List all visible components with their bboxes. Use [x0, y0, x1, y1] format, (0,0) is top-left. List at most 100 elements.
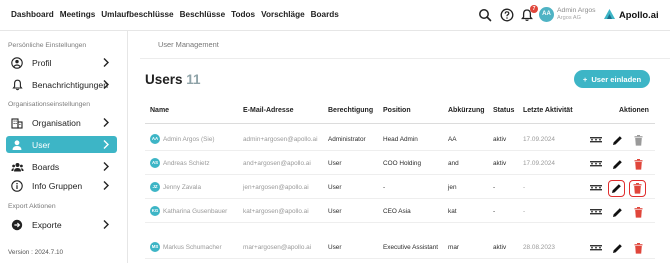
- column-header-email[interactable]: E-Mail-Adresse: [243, 107, 294, 114]
- page-title: Users 11: [145, 72, 201, 87]
- settings-sidebar: Persönliche Einstellungen Profil Benachr…: [0, 31, 128, 263]
- table-row[interactable]: AA Admin Argos (Sie) admin+argosen@apoll…: [145, 129, 655, 151]
- sidebar-item-label: Organisation: [32, 117, 81, 128]
- user-name[interactable]: Admin Argos: [557, 7, 596, 15]
- edit-pencil-icon[interactable]: [610, 157, 624, 171]
- user-org: Argos AG: [557, 15, 581, 21]
- chevron-right-icon: [103, 140, 109, 149]
- chevron-right-icon: [103, 118, 109, 127]
- nav-todos[interactable]: Todos: [231, 10, 255, 19]
- last-activity-cell: 17.09.2024: [523, 160, 555, 167]
- column-header-position[interactable]: Position: [383, 107, 411, 114]
- table-row[interactable]: KG Katharina Gusenbauer kat+argosen@apol…: [145, 201, 655, 223]
- section-title-organisation: Organisationseinstellungen: [8, 101, 90, 108]
- sidebar-item-label: User: [32, 139, 51, 150]
- edit-pencil-icon[interactable]: [610, 205, 624, 219]
- email-cell: admin+argosen@apollo.ai: [243, 136, 318, 143]
- nav-beschluesse[interactable]: Beschlüsse: [180, 10, 226, 19]
- table-row[interactable]: MS Markus Schumacher mar+argosen@apollo.…: [145, 237, 655, 259]
- nav-vorschlaege[interactable]: Vorschläge: [261, 10, 305, 19]
- sidebar-item-label: Exporte: [32, 219, 62, 230]
- more-options-icon[interactable]: [589, 241, 603, 255]
- building-icon: [10, 116, 24, 130]
- edit-pencil-icon[interactable]: [610, 241, 624, 255]
- invite-user-button[interactable]: + User einladen: [574, 70, 650, 88]
- nav-umlaufbeschluesse[interactable]: Umlaufbeschlüsse: [101, 10, 173, 19]
- user-avatar[interactable]: AA: [539, 7, 554, 22]
- column-header-abbreviation[interactable]: Abkürzung: [448, 107, 485, 114]
- edit-pencil-icon[interactable]: [608, 180, 625, 197]
- status-cell: aktiv: [493, 160, 507, 167]
- sidebar-item-organisation[interactable]: Organisation: [6, 114, 117, 131]
- section-title-export: Export Aktionen: [8, 203, 56, 210]
- permission-cell: User: [328, 184, 342, 191]
- sidebar-item-label: Info Gruppen: [32, 180, 83, 191]
- delete-trash-icon[interactable]: [631, 157, 645, 171]
- group-icon: [10, 160, 24, 174]
- chevron-right-icon: [103, 58, 109, 67]
- sidebar-item-label: Profil: [32, 57, 52, 68]
- email-cell: and+argosen@apollo.ai: [243, 160, 311, 167]
- sidebar-item-profil[interactable]: Profil: [6, 54, 117, 71]
- column-header-name[interactable]: Name: [150, 107, 169, 114]
- invite-user-label: User einladen: [591, 74, 642, 84]
- abbreviation-cell: mar: [448, 244, 460, 251]
- search-icon[interactable]: [478, 8, 492, 22]
- user-name-cell[interactable]: Markus Schumacher: [163, 244, 222, 251]
- position-cell: -: [383, 184, 386, 191]
- column-header-last-activity[interactable]: Letzte Aktivität: [523, 107, 573, 114]
- column-header-status[interactable]: Status: [493, 107, 514, 114]
- notification-badge: 7: [530, 5, 538, 13]
- last-activity-cell: -: [523, 184, 526, 191]
- user-name-cell[interactable]: Admin Argos (Sie): [163, 136, 215, 143]
- table-row[interactable]: JZ Jenny Zavala jen+argosen@apollo.ai Us…: [145, 177, 655, 199]
- email-cell: mar+argosen@apollo.ai: [243, 244, 312, 251]
- abbreviation-cell: jen: [448, 184, 457, 191]
- avatar: KG: [150, 206, 160, 216]
- position-cell: COO Holding: [383, 160, 422, 167]
- status-cell: aktiv: [493, 244, 507, 251]
- last-activity-cell: 28.08.2023: [523, 244, 555, 251]
- delete-trash-icon[interactable]: [631, 205, 645, 219]
- sidebar-item-benachrichtigungen[interactable]: Benachrichtigungen: [6, 76, 117, 93]
- column-header-permission[interactable]: Berechtigung: [328, 107, 373, 114]
- person-icon: [10, 138, 24, 152]
- position-cell: CEO Asia: [383, 208, 411, 215]
- edit-pencil-icon[interactable]: [610, 133, 624, 147]
- sidebar-item-exporte[interactable]: Exporte: [6, 216, 117, 233]
- more-options-icon[interactable]: [589, 205, 603, 219]
- nav-boards[interactable]: Boards: [311, 10, 339, 19]
- nav-meetings[interactable]: Meetings: [60, 10, 96, 19]
- user-name-cell[interactable]: Katharina Gusenbauer: [163, 208, 227, 215]
- more-options-icon[interactable]: [589, 181, 603, 195]
- delete-trash-icon[interactable]: [629, 180, 646, 197]
- version-text: Version : 2024.7.10: [8, 249, 64, 256]
- sidebar-item-label: Boards: [32, 161, 60, 172]
- apollo-logo[interactable]: Apollo.ai: [603, 8, 659, 20]
- apollo-logo-icon: [604, 9, 615, 19]
- more-options-icon[interactable]: [589, 133, 603, 147]
- sidebar-item-info-gruppen[interactable]: Info Gruppen: [6, 177, 117, 194]
- abbreviation-cell: and: [448, 160, 459, 167]
- user-name-cell[interactable]: Jenny Zavala: [163, 184, 201, 191]
- chevron-right-icon: [103, 80, 109, 89]
- permission-cell: User: [328, 244, 342, 251]
- status-cell: -: [493, 208, 496, 215]
- help-icon[interactable]: [500, 8, 514, 22]
- permission-cell: Administrator: [328, 136, 366, 143]
- delete-trash-icon[interactable]: [631, 241, 645, 255]
- main-nav: Dashboard Meetings Umlaufbeschlüsse Besc…: [11, 10, 339, 19]
- nav-dashboard[interactable]: Dashboard: [11, 10, 54, 19]
- chevron-right-icon: [103, 162, 109, 171]
- tab-user-management[interactable]: User Management: [158, 40, 219, 49]
- user-name-cell[interactable]: Andreas Schietz: [163, 160, 210, 167]
- export-icon: [10, 218, 24, 232]
- chevron-right-icon: [103, 220, 109, 229]
- sidebar-item-user[interactable]: User: [6, 136, 117, 153]
- table-row[interactable]: AS Andreas Schietz and+argosen@apollo.ai…: [145, 153, 655, 175]
- user-count: 11: [186, 72, 201, 87]
- more-options-icon[interactable]: [589, 157, 603, 171]
- sidebar-item-boards[interactable]: Boards: [6, 158, 117, 175]
- account-circle-icon: [10, 56, 24, 70]
- column-header-actions: Aktionen: [619, 107, 649, 114]
